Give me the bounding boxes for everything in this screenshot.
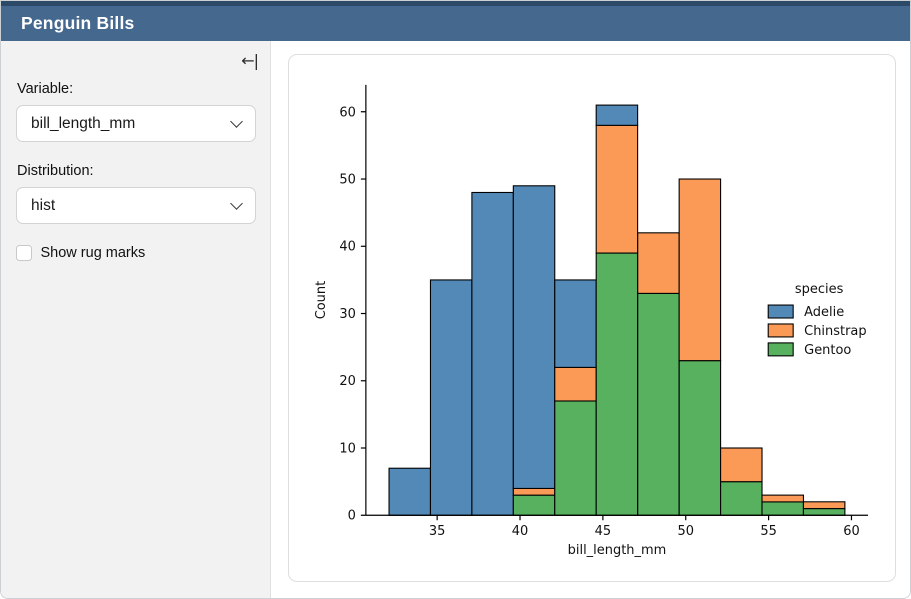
bar-segment <box>513 495 554 515</box>
bar-segment <box>430 280 471 515</box>
bar-segment <box>762 495 803 502</box>
bar-segment <box>596 105 637 125</box>
variable-select[interactable]: bill_length_mm <box>16 105 256 142</box>
bar-segment <box>721 482 762 516</box>
app-window: Penguin Bills ←| Variable: bill_length_m… <box>0 0 911 599</box>
chevron-down-icon <box>230 115 243 128</box>
sidebar: ←| Variable: bill_length_mm Distribution… <box>1 41 271 598</box>
x-tick-label: 40 <box>512 524 529 539</box>
show-rug-label: Show rug marks <box>41 245 146 261</box>
bar-segment <box>638 233 679 294</box>
x-tick-label: 60 <box>843 524 860 539</box>
histogram-svg: 35 40 45 50 55 60 bill_length_mm 0 10 20 30 40 50 60 C… <box>289 55 895 581</box>
distribution-select-value: hist <box>31 197 55 215</box>
app-body: ←| Variable: bill_length_mm Distribution… <box>1 41 910 598</box>
y-axis-label: Count <box>314 281 329 319</box>
y-tick-label: 20 <box>339 374 356 389</box>
legend-swatch <box>768 343 793 356</box>
x-tick-label: 55 <box>760 524 777 539</box>
bar-segment <box>555 401 596 515</box>
checkbox-box[interactable] <box>16 245 32 261</box>
x-axis: 35 40 45 50 55 60 bill_length_mm <box>429 515 860 558</box>
variable-select-value: bill_length_mm <box>31 115 135 133</box>
bar-segment <box>679 361 720 516</box>
legend-entry-label: Gentoo <box>804 343 851 358</box>
header-accent-bar <box>1 1 910 6</box>
y-tick-label: 40 <box>339 240 356 255</box>
y-tick-label: 10 <box>339 442 356 457</box>
bar-segment <box>721 448 762 482</box>
bar-segment <box>803 509 844 516</box>
y-axis: 0 10 20 30 40 50 60 Count <box>314 105 366 523</box>
plot-card: 35 40 45 50 55 60 bill_length_mm 0 10 20 30 40 50 60 C… <box>288 54 896 582</box>
legend-entry-label: Adelie <box>804 305 844 320</box>
chevron-down-icon <box>230 197 243 210</box>
legend-entry-label: Chinstrap <box>804 324 866 339</box>
bar-segment <box>555 280 596 367</box>
y-tick-label: 0 <box>348 509 356 524</box>
y-tick-label: 60 <box>339 105 356 120</box>
legend: species Adelie Chinstrap Gentoo <box>768 282 866 358</box>
bar-segment <box>596 253 637 515</box>
bar-segment <box>803 502 844 509</box>
x-tick-label: 45 <box>595 524 612 539</box>
x-axis-label: bill_length_mm <box>568 543 667 558</box>
main-content: 35 40 45 50 55 60 bill_length_mm 0 10 20 30 40 50 60 C… <box>271 41 910 598</box>
y-tick-label: 50 <box>339 173 356 188</box>
bar-segment <box>555 367 596 401</box>
legend-title: species <box>795 282 844 297</box>
app-title: Penguin Bills <box>1 9 134 34</box>
bar-segment <box>679 179 720 361</box>
bar-segment <box>596 125 637 253</box>
legend-swatch <box>768 324 793 337</box>
x-tick-label: 35 <box>429 524 446 539</box>
bar-segment <box>762 502 803 515</box>
legend-swatch <box>768 305 793 318</box>
variable-label: Variable: <box>17 81 256 97</box>
histogram-chart: 35 40 45 50 55 60 bill_length_mm 0 10 20 30 40 50 60 C… <box>289 55 895 581</box>
sidebar-collapse-icon: ←| <box>241 51 258 70</box>
bar-segment <box>638 293 679 515</box>
distribution-select[interactable]: hist <box>16 187 256 224</box>
bar-segment <box>513 186 554 489</box>
x-tick-label: 50 <box>677 524 694 539</box>
app-header: Penguin Bills <box>1 1 910 41</box>
bar-segment <box>389 468 430 515</box>
bar-segment <box>513 488 554 495</box>
show-rug-checkbox[interactable]: Show rug marks <box>16 245 256 261</box>
distribution-label: Distribution: <box>17 163 256 179</box>
y-tick-label: 30 <box>339 307 356 322</box>
bar-segment <box>472 192 513 515</box>
sidebar-collapse-button[interactable]: ←| <box>241 53 258 69</box>
